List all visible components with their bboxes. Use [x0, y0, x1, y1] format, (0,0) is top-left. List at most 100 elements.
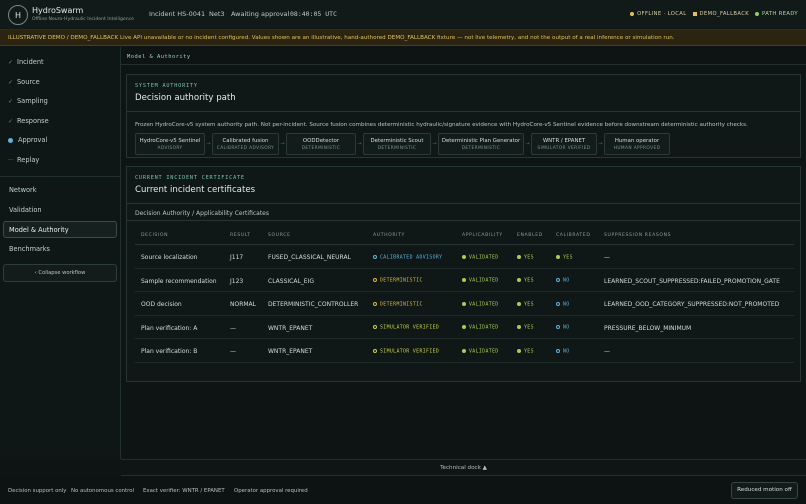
section-header: SYSTEM AUTHORITY Decision authority path — [127, 75, 800, 112]
flow-node: WNTR / EPANET SIMULATOR VERIFIED — [531, 133, 597, 155]
source-cell: DETERMINISTIC_CONTROLLER — [268, 301, 359, 308]
status-dot-icon — [556, 348, 560, 353]
column-header: AUTHORITY — [373, 233, 405, 238]
technical-dock-toggle[interactable]: Technical dock ▲ — [121, 459, 806, 476]
badge-label: NO — [563, 325, 570, 331]
flow-arrow-icon: → — [357, 141, 362, 147]
suppression-cell: — — [604, 254, 610, 261]
brand: HydroSwarm Offline Neuro-Hydraulic Incid… — [32, 6, 134, 22]
badge-label: YES — [524, 325, 534, 331]
table-row: Sample recommendation J123 CLASSICAL_EIG DE… — [135, 269, 794, 292]
calibrated-badge: YES — [556, 254, 573, 260]
column-header: APPLICABILITY — [462, 233, 503, 238]
table-body: Source localization J117 FUSED_CLASSICAL_N… — [135, 245, 794, 363]
collapse-workflow-button[interactable]: ‹ Collapse workflow — [3, 264, 117, 282]
workflow-step-sampling[interactable]: ✓ Sampling — [8, 97, 48, 105]
table-row: OOD decision NORMAL DETERMINISTIC_CONTROLL… — [135, 292, 794, 316]
badge-label: DETERMINISTIC — [380, 302, 423, 307]
enabled-badge: YES — [517, 325, 534, 331]
workflow-step-response[interactable]: ✓ Response — [8, 117, 49, 125]
section-title: Decision authority path — [135, 93, 236, 103]
breadcrumb-divider — [121, 64, 806, 65]
flow-node: OODDetector DETERMINISTIC — [286, 133, 356, 155]
workflow-step-label: Approval — [18, 136, 48, 144]
status-dot-icon — [556, 254, 560, 259]
view-nav-network[interactable]: Network — [9, 186, 37, 194]
decision-cell: Plan verification: B — [141, 348, 198, 355]
network-name: Net3 — [209, 10, 225, 18]
badge-label: VALIDATED — [469, 302, 499, 307]
badge-label: VALIDATED — [469, 278, 499, 284]
flow-node-name: Deterministic Plan Generator — [441, 137, 521, 144]
reduced-motion-button[interactable]: Reduced motion off — [731, 482, 798, 499]
result-cell: — — [230, 324, 236, 332]
status-dot-icon — [556, 325, 560, 329]
view-nav-validation[interactable]: Validation — [9, 206, 42, 214]
authority-badge: CALIBRATED ADVISORY — [373, 254, 443, 260]
suppression-cell: LEARNED_SCOUT_SUPPRESSED:FAILED_PROMOTIO… — [604, 277, 780, 285]
status-indicator: DEMO_FALLBACK — [692, 11, 750, 17]
column-header: CALIBRATED — [556, 233, 591, 238]
workflow-step-replay[interactable]: ··· Replay — [8, 156, 39, 164]
badge-label: DETERMINISTIC — [380, 278, 423, 284]
workflow-step-incident[interactable]: ✓ Incident — [8, 58, 44, 66]
flow-node-role: DETERMINISTIC — [377, 145, 417, 151]
certificates-subtitle: Decision Authority / Applicability Certi… — [135, 210, 270, 217]
status-dot-icon — [373, 301, 377, 306]
status-square-icon — [692, 11, 697, 16]
sidebar: ✓ Incident ✓ Source ✓ Sampling ✓ Response Approv… — [0, 47, 121, 459]
flow-arrow-icon: → — [206, 141, 211, 147]
check-icon: ✓ — [8, 78, 14, 86]
status-dot-icon — [462, 254, 466, 259]
column-header: SOURCE — [268, 233, 291, 238]
enabled-badge: YES — [517, 278, 534, 284]
table-row: Plan verification: A — WNTR_EPANET SIMULATO… — [135, 316, 794, 339]
status-label: DEMO_FALLBACK — [699, 11, 750, 17]
flow-node-name: OODDetector — [302, 137, 340, 144]
footer-note: Exact verifier: WNTR / EPANET — [143, 488, 225, 494]
source-cell: WNTR_EPANET — [268, 348, 313, 355]
workflow-step-source[interactable]: ✓ Source — [8, 78, 40, 86]
status-dot-icon — [630, 11, 635, 16]
badge-label: CALIBRATED ADVISORY — [380, 255, 443, 260]
status-indicators: OFFLINE · LOCAL DEMO_FALLBACK PATH READY — [630, 11, 798, 17]
view-nav-benchmarks[interactable]: Benchmarks — [9, 245, 50, 253]
column-header: RESULT — [230, 233, 251, 238]
badge-label: NO — [563, 349, 570, 354]
check-icon: ✓ — [8, 117, 14, 125]
status-dot-icon — [462, 278, 466, 282]
flow-node-role: SIMULATOR VERIFIED — [537, 145, 591, 151]
status-indicator: PATH READY — [755, 11, 798, 17]
flow-node: Deterministic Scout DETERMINISTIC — [363, 133, 431, 155]
current-step-dot-icon — [8, 137, 13, 143]
badge-label: YES — [563, 255, 573, 260]
footer-note: Operator approval required — [234, 488, 308, 494]
status-dot-icon — [462, 325, 466, 329]
suppression-cell: — — [604, 348, 610, 355]
incident-state: Awaiting approval — [231, 10, 290, 18]
authority-flow: HydroCore-v5 Sentinel ADVISORY → Calibrated… — [135, 133, 670, 155]
check-icon: ✓ — [8, 98, 14, 105]
authority-badge: SIMULATOR VERIFIED — [373, 348, 439, 354]
flow-node: Calibrated fusion CALIBRATED ADVISORY — [212, 133, 279, 155]
workflow-step-label: Incident — [17, 58, 44, 66]
flow-node: Human operator HUMAN APPROVED — [604, 133, 670, 155]
section-kicker: SYSTEM AUTHORITY — [135, 83, 198, 89]
workflow-step-approval[interactable]: Approval — [8, 136, 47, 144]
breadcrumb: Model & Authority — [127, 54, 191, 60]
section-kicker: CURRENT INCIDENT CERTIFICATE — [135, 175, 245, 181]
flow-node-role: DETERMINISTIC — [461, 145, 501, 151]
status-dot-icon — [517, 348, 521, 353]
authority-badge: SIMULATOR VERIFIED — [373, 325, 439, 331]
calibrated-badge: NO — [556, 301, 570, 307]
status-dot-icon — [462, 348, 466, 353]
badge-label: VALIDATED — [469, 255, 499, 260]
status-dot-icon — [556, 301, 560, 306]
calibrated-badge: NO — [556, 348, 570, 354]
enabled-badge: YES — [517, 348, 534, 354]
status-dot-icon — [373, 325, 377, 329]
decision-cell: OOD decision — [141, 301, 182, 308]
applicability-badge: VALIDATED — [462, 254, 499, 260]
view-nav-model-authority[interactable]: Model & Authority — [9, 226, 69, 234]
source-cell: CLASSICAL_EIG — [268, 277, 315, 285]
